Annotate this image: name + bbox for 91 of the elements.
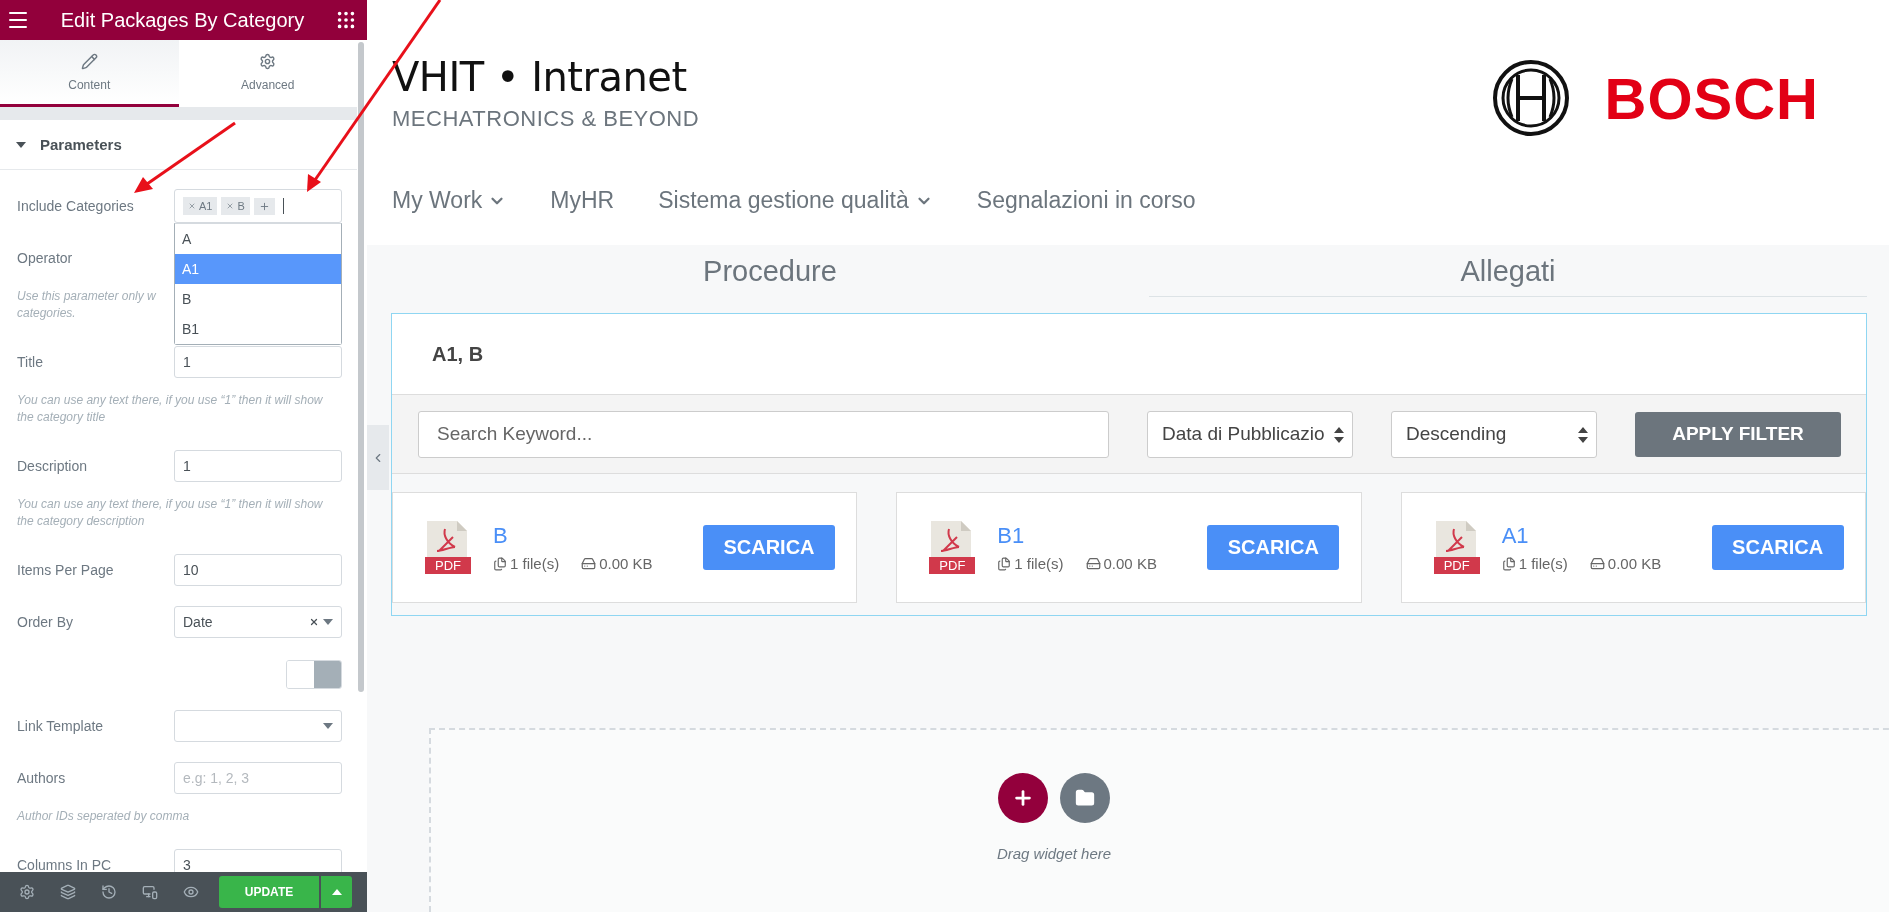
file-count: 1 file(s) <box>1501 555 1568 572</box>
logo-icon <box>1491 59 1570 137</box>
field-label: Include Categories <box>17 198 135 214</box>
nav-link[interactable]: Segnalazioni in corso <box>976 187 1196 214</box>
download-button[interactable]: SCARICA <box>703 525 835 570</box>
panel-tab[interactable]: Content <box>0 40 179 107</box>
field-label: Authors <box>17 770 67 786</box>
help-text: You can use any text there, if you use “1” then it will show the category title <box>17 392 324 426</box>
text-field[interactable]: 10 <box>174 554 342 586</box>
field-label: Operator <box>17 250 74 266</box>
categories-field[interactable]: A1 B <box>174 189 342 223</box>
page-tab[interactable]: Procedure <box>411 245 1129 297</box>
text-field[interactable]: 1 <box>174 450 342 482</box>
gear-icon <box>259 52 277 70</box>
select-field[interactable] <box>174 710 342 742</box>
field-label: Link Template <box>17 718 105 734</box>
file-name[interactable]: B <box>493 523 693 549</box>
site-title: VHIT • Intranet <box>392 54 688 100</box>
hard-drive-icon <box>1085 556 1101 571</box>
file-size: 0.00 KB <box>581 555 653 572</box>
pencil-icon <box>80 52 98 70</box>
caret-icon <box>16 141 26 148</box>
sort-select[interactable]: Data di Pubblicazio <box>1147 410 1353 458</box>
panel-title: Edit Packages By Category <box>60 8 305 32</box>
clear-icon[interactable] <box>309 617 319 627</box>
devices-icon[interactable] <box>141 884 158 900</box>
field-label: Title <box>17 354 44 370</box>
caret-icon <box>331 889 342 895</box>
file-size: 0.00 KB <box>1589 555 1662 572</box>
files-icon <box>997 556 1012 571</box>
nav-link[interactable]: MyHR <box>550 187 615 214</box>
file-count: 1 file(s) <box>493 555 560 572</box>
sort-arrows-icon <box>1578 426 1588 443</box>
file-name[interactable]: B1 <box>997 523 1198 549</box>
help-text: You can use any text there, if you use “1” then it will show the category description <box>17 496 324 530</box>
logo-text: BOSCH <box>1604 64 1819 132</box>
add-tag-button[interactable] <box>253 197 275 215</box>
site-subtitle: MECHATRONICS & BEYOND <box>392 106 700 132</box>
field-label: Description <box>17 458 89 474</box>
text-field[interactable]: 1 <box>174 346 342 378</box>
field-label: Items Per Page <box>17 562 115 578</box>
hard-drive-icon <box>1589 556 1605 571</box>
template-button[interactable] <box>1060 773 1110 823</box>
folder-icon <box>1075 788 1095 808</box>
file-count: 1 file(s) <box>997 555 1064 572</box>
caret-icon <box>323 723 333 729</box>
add-widget-button[interactable] <box>998 773 1048 823</box>
sort-arrows-icon <box>1334 426 1344 443</box>
apply-filter-button[interactable]: APPLY FILTER <box>1635 411 1841 457</box>
grid-icon[interactable] <box>335 9 357 31</box>
widget-title: A1, B <box>431 341 485 367</box>
update-button[interactable]: UPDATE <box>219 876 319 908</box>
drop-hint: Drag widget here <box>996 845 1112 862</box>
help-text: Use this parameter only w categories. <box>17 288 156 322</box>
category-tag[interactable]: A1 <box>183 197 218 215</box>
remove-icon[interactable] <box>188 202 196 210</box>
collapse-handle[interactable] <box>367 425 389 490</box>
file-type-label: PDF <box>425 557 471 574</box>
settings-icon[interactable] <box>18 884 35 900</box>
plus-icon <box>258 200 270 212</box>
download-button[interactable]: SCARICA <box>1711 525 1844 570</box>
file-type-label: PDF <box>929 557 976 574</box>
remove-icon[interactable] <box>226 202 235 210</box>
files-icon <box>493 556 507 571</box>
section-header[interactable]: Parameters <box>0 120 357 170</box>
field-label: Columns In PC <box>17 857 113 872</box>
hard-drive-icon <box>581 556 597 571</box>
nav-link[interactable]: My Work <box>392 187 507 214</box>
eye-icon[interactable] <box>182 884 199 900</box>
select-field[interactable]: Date <box>174 606 342 638</box>
help-text: Author IDs seperated by comma <box>17 808 190 825</box>
nav-link[interactable]: Sistema gestione qualità <box>658 187 933 214</box>
update-options-button[interactable] <box>321 876 352 908</box>
download-button[interactable]: SCARICA <box>1207 525 1340 570</box>
history-icon[interactable] <box>100 884 117 900</box>
toggle-switch[interactable] <box>286 659 342 689</box>
text-cursor <box>282 198 284 214</box>
layers-icon[interactable] <box>59 884 76 900</box>
file-type-label: PDF <box>1433 557 1480 574</box>
sort-select[interactable]: Descending <box>1391 410 1597 458</box>
file-name[interactable]: A1 <box>1501 523 1702 549</box>
caret-icon <box>323 619 333 625</box>
file-size: 0.00 KB <box>1085 555 1157 572</box>
files-icon <box>1501 556 1516 571</box>
search-field[interactable]: Search Keyword... <box>418 410 1109 458</box>
plus-icon <box>1012 787 1034 809</box>
field-label: Order By <box>17 614 74 630</box>
page-tab[interactable]: Allegati <box>1149 245 1867 297</box>
scrollbar[interactable] <box>358 42 364 692</box>
category-tag[interactable]: B <box>221 197 250 215</box>
dropdown-option[interactable]: A1 <box>175 254 341 284</box>
